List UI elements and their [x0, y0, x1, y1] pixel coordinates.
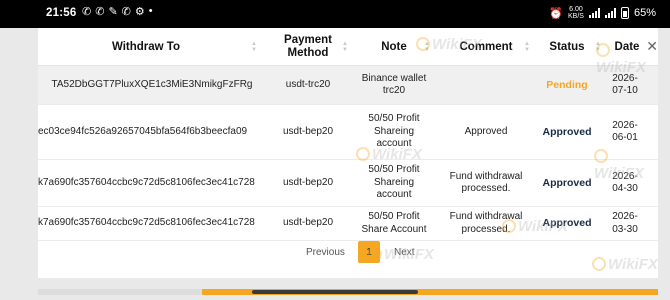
- notification-icons: ✆ ✆ ✎ ✆ ⚙ •: [82, 5, 153, 18]
- cell-withdraw-to: TA52DbGGT7PluxXQE1c3MiE3NmikgFzFRg: [51, 78, 253, 90]
- clock: 21:56: [46, 7, 77, 19]
- sort-icon[interactable]: ▲ ▼: [423, 41, 431, 53]
- cell-withdraw-to: k7a690fc357604ccbc9c72d5c8106fec3ec41c72…: [38, 176, 255, 188]
- cell-payment-method: usdt-bep20: [282, 176, 334, 188]
- cell-payment-method: usdt-bep20: [282, 125, 334, 137]
- cell-payment-method: usdt-trc20: [285, 78, 331, 90]
- sort-icon[interactable]: ▲ ▼: [341, 41, 349, 53]
- dot-icon: •: [148, 5, 153, 17]
- cell-date: 2026-06-01: [612, 119, 638, 144]
- whatsapp-icon: ✆: [95, 6, 105, 18]
- status-badge: Pending: [546, 78, 588, 91]
- cell-note: 50/50 Profit Shareing account: [368, 113, 420, 150]
- battery-percent: 65%: [633, 7, 656, 19]
- column-header-status[interactable]: Status: [536, 28, 598, 66]
- status-badge: Approved: [542, 176, 592, 189]
- system-icons: ⏰ 6.00 KB/S 65%: [549, 6, 656, 20]
- sort-icon[interactable]: ▲ ▼: [594, 41, 602, 53]
- column-header-comment[interactable]: Comment: [438, 28, 534, 66]
- column-header-date[interactable]: Date: [608, 28, 646, 66]
- next-page-button[interactable]: Next: [394, 247, 415, 258]
- battery-icon: [620, 7, 629, 19]
- pagination: Previous 1 Next: [38, 236, 658, 270]
- withdrawal-history-table: Withdraw To ▲ ▼ Payment Method ▲ ▼ Note ▲ ▼…: [38, 28, 658, 278]
- cell-date: 2026-04-30: [612, 170, 638, 195]
- column-header-note[interactable]: Note: [356, 28, 432, 66]
- signal-icon: [588, 8, 600, 18]
- table-header: Withdraw To ▲ ▼ Payment Method ▲ ▼ Note ▲ ▼…: [38, 28, 658, 66]
- sort-icon[interactable]: ▲ ▼: [250, 41, 258, 53]
- whatsapp-icon: ✆: [121, 6, 131, 18]
- home-indicator[interactable]: [252, 290, 418, 294]
- status-bar: 21:56 ✆ ✆ ✎ ✆ ⚙ • ⏰ 6.00 KB/S 65%: [0, 0, 670, 28]
- feather-icon: ✎: [108, 6, 118, 18]
- cell-comment: [438, 66, 534, 104]
- close-icon[interactable]: ✕: [646, 38, 658, 55]
- cell-comment: Approved: [464, 125, 508, 137]
- previous-page-button[interactable]: Previous: [306, 247, 345, 258]
- table-row[interactable]: ec03ce94fc526a92657045bfa564f6b3beecfa09…: [38, 105, 658, 160]
- cell-comment: Fund withdrawal processed.: [449, 170, 523, 195]
- alarm-icon: ⏰: [549, 7, 564, 20]
- table-row[interactable]: k7a690fc357604ccbc9c72d5c8106fec3ec41c72…: [38, 160, 658, 207]
- cell-note: Binance wallet trc20: [361, 72, 427, 97]
- cell-date: 2026-07-10: [612, 72, 638, 97]
- whatsapp-icon: ✆: [82, 6, 92, 18]
- status-badge: Approved: [542, 125, 592, 138]
- page-1-button[interactable]: 1: [358, 241, 380, 263]
- column-header-payment-method[interactable]: Payment Method: [266, 28, 350, 66]
- network-speed: 6.00 KB/S: [568, 6, 584, 20]
- settings-icon: ⚙: [134, 6, 145, 18]
- cell-note: 50/50 Profit Shareing account: [368, 164, 420, 201]
- signal-icon: [604, 8, 616, 18]
- column-header-withdraw-to[interactable]: Withdraw To: [38, 28, 254, 66]
- cell-withdraw-to: ec03ce94fc526a92657045bfa564f6b3beecfa09: [38, 125, 248, 137]
- sort-icon[interactable]: ▲ ▼: [523, 41, 531, 53]
- table-row[interactable]: TA52DbGGT7PluxXQE1c3MiE3NmikgFzFRg usdt-…: [38, 66, 658, 105]
